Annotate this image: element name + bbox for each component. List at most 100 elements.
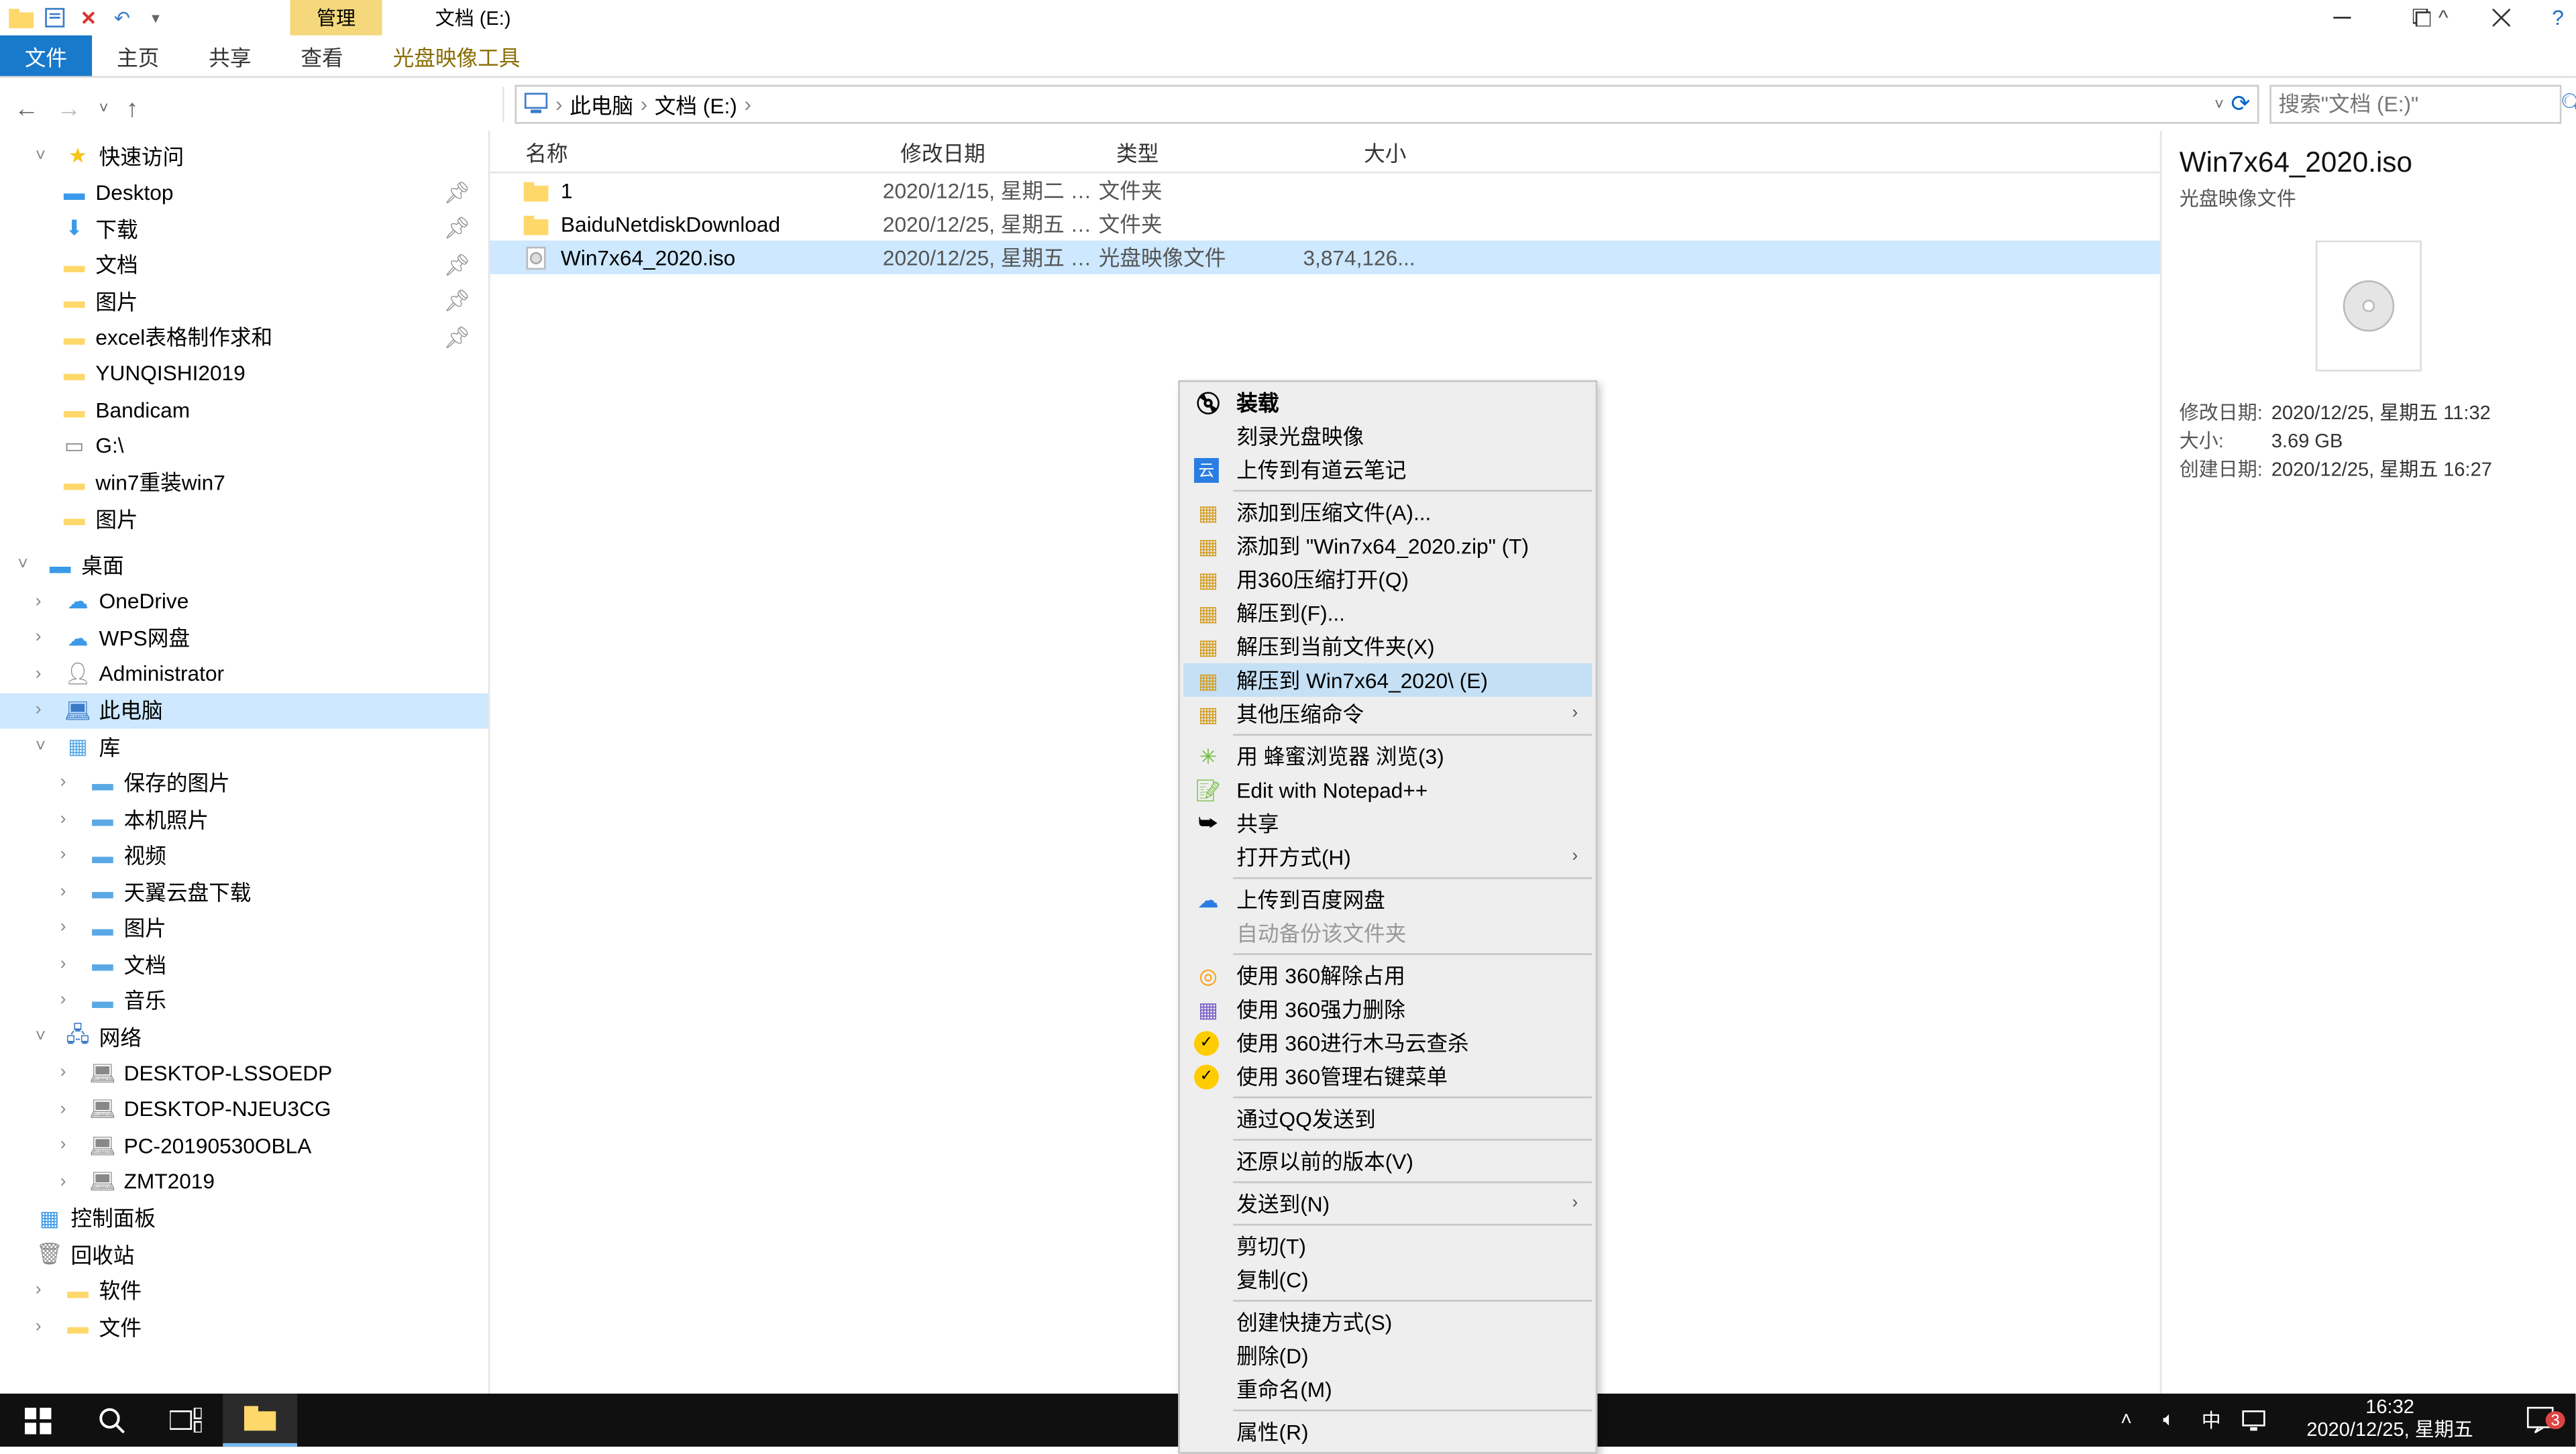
tab-file[interactable]: 文件 — [0, 36, 92, 76]
nav-camroll[interactable]: ›▬本机照片 — [0, 801, 488, 838]
nav-savedpics[interactable]: ›▬保存的图片 — [0, 765, 488, 801]
maximize-button[interactable] — [2381, 0, 2461, 36]
nav-desktop[interactable]: ▬Desktop📌︎ — [0, 174, 488, 211]
close-button[interactable] — [2461, 0, 2540, 36]
nav-dlsso[interactable]: ›💻︎DESKTOP-LSSOEDP — [0, 1055, 488, 1091]
nav-quick-access[interactable]: ˅★快速访问 — [0, 138, 488, 174]
search-input[interactable] — [2278, 92, 2553, 117]
col-name[interactable]: 名称 — [490, 131, 882, 172]
up-button[interactable]: ↑ — [126, 94, 138, 122]
ctx-openwith[interactable]: 打开方式(H)› — [1183, 840, 1592, 874]
table-row[interactable]: 1 2020/12/15, 星期二 1... 文件夹 — [490, 173, 2159, 207]
nav-soft[interactable]: ›▬软件 — [0, 1272, 488, 1308]
nav-win7r[interactable]: ▬win7重装win7 — [0, 464, 488, 500]
refresh-button[interactable]: ⟳ — [2231, 90, 2251, 118]
back-button[interactable]: ← — [14, 94, 39, 122]
ctx-addzip[interactable]: ▦添加到压缩文件(A)... — [1183, 495, 1592, 528]
taskbar-explorer[interactable] — [223, 1394, 297, 1447]
nav-desktop-top[interactable]: ˅▬桌面 — [0, 547, 488, 583]
tab-home[interactable]: 主页 — [92, 36, 184, 76]
nav-docs3[interactable]: ›▬文档 — [0, 946, 488, 983]
nav-documents[interactable]: ▬文档📌︎ — [0, 247, 488, 283]
ctx-extractname[interactable]: ▦解压到 Win7x64_2020\ (E) — [1183, 663, 1592, 697]
nav-pc2019[interactable]: ›💻︎PC-20190530OBLA — [0, 1127, 488, 1164]
nav-g[interactable]: ▭G:\ — [0, 428, 488, 464]
qat-props-icon[interactable] — [41, 3, 69, 32]
tray-clock[interactable]: 16:32 2020/12/25, 星期五 — [2275, 1397, 2505, 1443]
nav-videos[interactable]: ›▬视频 — [0, 838, 488, 874]
table-row[interactable]: BaiduNetdiskDownload 2020/12/25, 星期五 1..… — [490, 207, 2159, 241]
nav-recycle[interactable]: 🗑︎回收站 — [0, 1236, 488, 1272]
ctx-shortcut[interactable]: 创建快捷方式(S) — [1183, 1305, 1592, 1339]
ctx-extractto[interactable]: ▦解压到(F)... — [1183, 596, 1592, 630]
nav-cpanel[interactable]: ▦控制面板 — [0, 1200, 488, 1236]
taskview-button[interactable] — [149, 1394, 223, 1447]
ctx-open360[interactable]: ▦用360压缩打开(Q) — [1183, 563, 1592, 596]
nav-libraries[interactable]: ˅▦库 — [0, 728, 488, 765]
ctx-extracthere[interactable]: ▦解压到当前文件夹(X) — [1183, 630, 1592, 663]
tab-view[interactable]: 查看 — [276, 36, 368, 76]
nav-pictures2[interactable]: ▬图片 — [0, 500, 488, 537]
nav-dnjeu[interactable]: ›💻︎DESKTOP-NJEU3CG — [0, 1091, 488, 1127]
tray-ime[interactable]: 中 — [2190, 1406, 2233, 1434]
nav-music[interactable]: ›▬音乐 — [0, 983, 488, 1019]
ctx-delete[interactable]: 删除(D) — [1183, 1339, 1592, 1372]
ctx-fengmi[interactable]: ✳用 蜂蜜浏览器 浏览(3) — [1183, 739, 1592, 773]
nav-onedrive[interactable]: ›☁OneDrive — [0, 583, 488, 620]
ctx-360gl[interactable]: ✓使用 360管理右键菜单 — [1183, 1060, 1592, 1093]
crumb-thispc[interactable]: 此电脑 — [570, 89, 633, 119]
ctx-restore[interactable]: 还原以前的版本(V) — [1183, 1144, 1592, 1178]
minimize-button[interactable] — [2302, 0, 2381, 36]
nav-thispc[interactable]: ›💻︎此电脑 — [0, 692, 488, 728]
ctx-npp[interactable]: 📝︎Edit with Notepad++ — [1183, 773, 1592, 806]
nav-zmt[interactable]: ›💻︎ZMT2019 — [0, 1164, 488, 1200]
start-button[interactable] — [0, 1394, 74, 1447]
search-box[interactable]: 🔍︎ — [2269, 85, 2561, 124]
tray-chevron-up-icon[interactable]: ˄ — [2105, 1410, 2147, 1431]
qat-more-icon[interactable]: ▾ — [142, 3, 170, 32]
nav-excel[interactable]: ▬excel表格制作求和📌︎ — [0, 319, 488, 355]
ctx-copy[interactable]: 复制(C) — [1183, 1263, 1592, 1296]
nav-downloads[interactable]: ⬇下载📌︎ — [0, 211, 488, 247]
ctx-othercomp[interactable]: ▦其他压缩命令› — [1183, 697, 1592, 730]
nav-file[interactable]: ›▬文件 — [0, 1308, 488, 1345]
ctx-360qls[interactable]: ▦使用 360强力删除 — [1183, 992, 1592, 1025]
nav-pics3[interactable]: ›▬图片 — [0, 910, 488, 946]
qat-delete-icon[interactable]: ✕ — [74, 3, 103, 32]
col-type[interactable]: 类型 — [1099, 131, 1281, 172]
nav-tree[interactable]: ˅★快速访问 ▬Desktop📌︎ ⬇下载📌︎ ▬文档📌︎ ▬图片📌︎ ▬exc… — [0, 131, 490, 1395]
nav-network[interactable]: ˅🖧︎网络 — [0, 1019, 488, 1055]
tab-disc-tools[interactable]: 光盘映像工具 — [368, 36, 545, 76]
ctx-sendto[interactable]: 发送到(N)› — [1183, 1186, 1592, 1220]
recent-button[interactable]: ˅ — [99, 99, 109, 117]
address-bar[interactable]: › 此电脑 › 文档 (E:) › ˅ ⟳ — [515, 85, 2259, 124]
tab-share[interactable]: 共享 — [184, 36, 276, 76]
tray-notifications[interactable]: 3 — [2505, 1406, 2575, 1434]
qat-undo-icon[interactable]: ↶ — [108, 3, 136, 32]
ctx-props[interactable]: 属性(R) — [1183, 1415, 1592, 1449]
ctx-360mm[interactable]: ✓使用 360进行木马云查杀 — [1183, 1025, 1592, 1059]
nav-wps[interactable]: ›☁WPS网盘 — [0, 620, 488, 656]
ctx-mount[interactable]: 💿︎装载 — [1183, 386, 1592, 419]
ctx-qq[interactable]: 通过QQ发送到 — [1183, 1102, 1592, 1135]
search-icon[interactable]: 🔍︎ — [2560, 92, 2576, 117]
nav-pictures[interactable]: ▬图片📌︎ — [0, 283, 488, 319]
ctx-burn[interactable]: 刻录光盘映像 — [1183, 419, 1592, 453]
chevron-right-icon[interactable]: › — [641, 92, 648, 117]
ctx-youdao[interactable]: 云上传到有道云笔记 — [1183, 453, 1592, 486]
history-dropdown-icon[interactable]: ˅ — [2214, 95, 2224, 113]
ribbon-collapse-button[interactable]: ^ — [2438, 5, 2449, 30]
forward-button[interactable]: → — [56, 94, 81, 122]
tray-network-icon[interactable] — [2233, 1410, 2275, 1431]
ctx-rename[interactable]: 重命名(M) — [1183, 1372, 1592, 1406]
chevron-right-icon[interactable]: › — [744, 92, 751, 117]
col-modified[interactable]: 修改日期 — [883, 131, 1099, 172]
file-list-pane[interactable]: 名称 修改日期 类型 大小 1 2020/12/15, 星期二 1... 文件夹… — [490, 131, 2159, 1395]
ctx-addzipn[interactable]: ▦添加到 "Win7x64_2020.zip" (T) — [1183, 528, 1592, 562]
ctx-share[interactable]: ⮩共享 — [1183, 806, 1592, 840]
nav-bandicam[interactable]: ▬Bandicam — [0, 392, 488, 428]
nav-tianyi[interactable]: ›▬天翼云盘下载 — [0, 874, 488, 910]
crumb-location[interactable]: 文档 (E:) — [655, 89, 737, 119]
col-size[interactable]: 大小 — [1281, 131, 1426, 172]
ctx-360jcz[interactable]: ◎使用 360解除占用 — [1183, 958, 1592, 992]
